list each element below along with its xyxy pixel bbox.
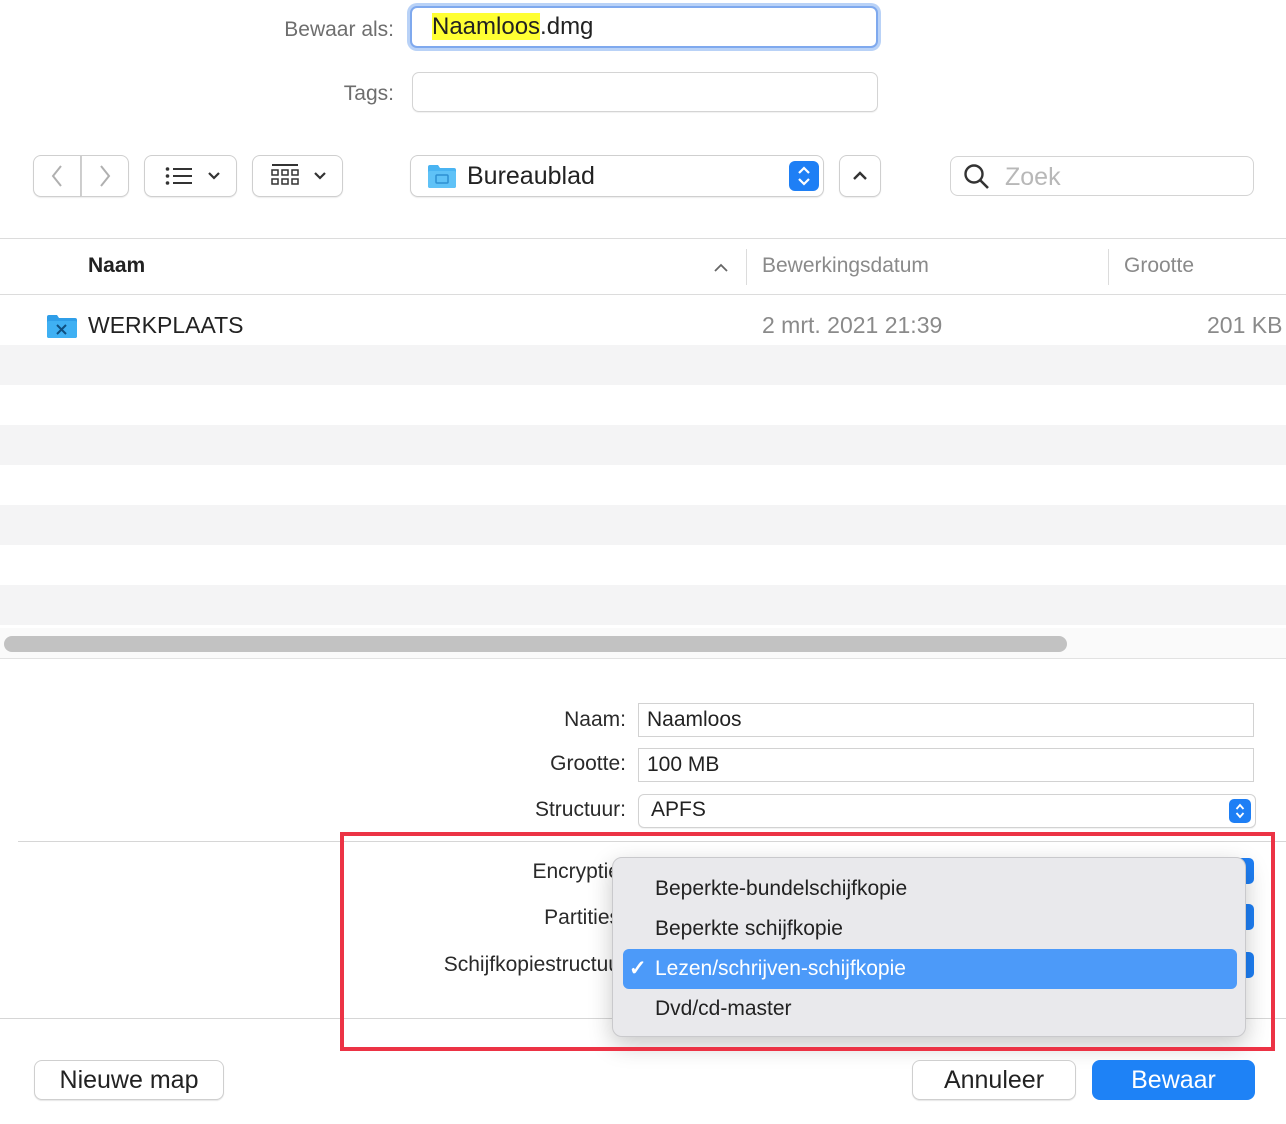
forward-button[interactable]	[81, 155, 129, 197]
empty-row	[0, 585, 1286, 625]
up-down-arrows-icon	[798, 166, 810, 186]
table-row[interactable]: WERKPLAATS 2 mrt. 2021 21:39 201 KB	[0, 305, 1286, 345]
chevron-left-icon	[51, 165, 62, 187]
file-size: 201 KB	[1207, 312, 1283, 338]
column-header-date[interactable]: Bewerkingsdatum	[762, 254, 929, 278]
list-top-border	[0, 238, 1286, 239]
search-placeholder: Zoek	[1005, 163, 1061, 191]
tags-input[interactable]	[412, 72, 878, 112]
back-button[interactable]	[33, 155, 81, 197]
chevron-up-icon	[853, 171, 867, 180]
group-button[interactable]	[252, 155, 343, 197]
tags-label: Tags:	[343, 82, 394, 105]
search-icon	[964, 164, 989, 189]
cancel-button[interactable]: Annuleer	[912, 1060, 1076, 1100]
scrollbar-thumb[interactable]	[4, 636, 1067, 652]
structure-stepper[interactable]	[1229, 799, 1251, 823]
filename-highlight: Naamloos	[432, 13, 541, 40]
location-stepper[interactable]	[789, 161, 819, 191]
parent-folder-button[interactable]	[839, 155, 881, 197]
file-name: WERKPLAATS	[88, 312, 244, 338]
column-separator[interactable]	[1108, 249, 1109, 285]
list-header-border	[0, 294, 1286, 295]
location-popup[interactable]: Bureaublad	[410, 155, 824, 197]
save-as-label: Bewaar als:	[284, 18, 394, 41]
size-field[interactable]: 100 MB	[638, 748, 1254, 782]
structure-value: APFS	[651, 798, 706, 821]
file-date: 2 mrt. 2021 21:39	[762, 312, 943, 338]
up-down-arrows-icon	[1235, 803, 1245, 819]
view-mode-button[interactable]	[144, 155, 237, 197]
size-label: Grootte:	[550, 752, 626, 775]
filename-input[interactable]: Naamloos.dmg	[410, 6, 878, 48]
chevron-down-icon	[208, 172, 220, 180]
structure-label: Structuur:	[534, 798, 626, 821]
column-header-size[interactable]: Grootte	[1124, 254, 1194, 278]
list-icon	[165, 167, 192, 185]
column-separator[interactable]	[746, 249, 747, 285]
name-field[interactable]: Naamloos	[638, 703, 1254, 737]
chevron-right-icon	[100, 165, 111, 187]
annotation-highlight-box	[340, 832, 1275, 1051]
folder-icon	[47, 315, 77, 338]
search-field[interactable]: Zoek	[950, 156, 1254, 196]
empty-row	[0, 505, 1286, 545]
save-button[interactable]: Bewaar	[1092, 1060, 1255, 1100]
name-label: Naam:	[564, 708, 626, 731]
filename-extension: .dmg	[540, 13, 594, 40]
new-folder-button[interactable]: Nieuwe map	[34, 1060, 224, 1100]
location-label: Bureaublad	[467, 162, 595, 190]
structure-select[interactable]: APFS	[638, 794, 1256, 828]
empty-row	[0, 425, 1286, 465]
chevron-down-icon	[314, 172, 326, 180]
sort-ascending-icon	[714, 263, 728, 272]
desktop-folder-icon	[428, 165, 456, 188]
grid-icon	[271, 164, 299, 185]
empty-row	[0, 345, 1286, 385]
column-header-name[interactable]: Naam	[88, 254, 145, 278]
